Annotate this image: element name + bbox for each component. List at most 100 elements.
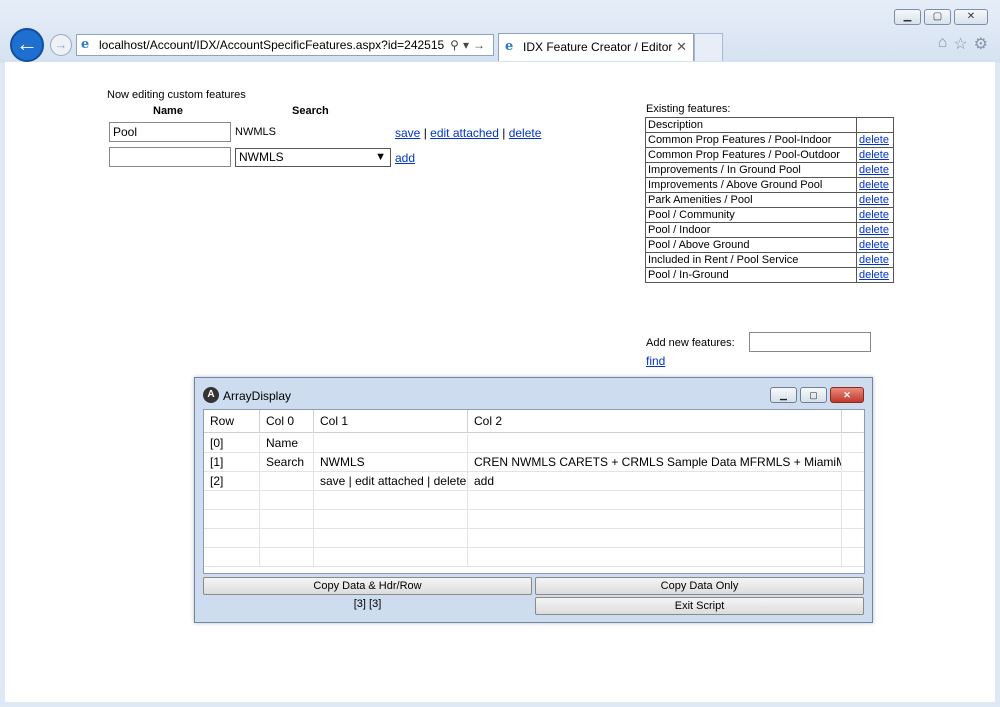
grid-filler-cell — [842, 510, 864, 528]
copy-data-hdr-row-button[interactable]: Copy Data & Hdr/Row — [203, 577, 532, 595]
grid-header-cell[interactable]: Row — [204, 410, 260, 432]
star-icon[interactable]: ☆ — [953, 34, 967, 54]
grid-header-cell[interactable]: Col 0 — [260, 410, 314, 432]
feature-description: Pool / Community — [645, 207, 857, 223]
grid-cell — [468, 529, 842, 547]
delete-feature-link[interactable]: delete — [859, 194, 889, 206]
grid-row[interactable]: [0] Name — [204, 434, 864, 453]
tab-title: IDX Feature Creator / Editor — [523, 40, 673, 54]
delete-feature-link[interactable]: delete — [859, 134, 889, 146]
search-select-value: NWMLS — [239, 150, 284, 164]
grid-row[interactable] — [204, 491, 864, 510]
add-new-features-label: Add new features: — [646, 337, 735, 349]
cell-action: delete — [856, 162, 894, 178]
tab-close-icon[interactable]: ✕ — [676, 34, 687, 60]
table-row: Improvements / In Ground Pool delete — [645, 162, 894, 178]
name-input-row1[interactable] — [109, 122, 231, 142]
delete-link[interactable]: delete — [509, 126, 542, 140]
exit-script-button[interactable]: Exit Script — [535, 597, 864, 615]
row1-actions: save | edit attached | delete — [395, 126, 541, 140]
copy-data-only-button[interactable]: Copy Data Only — [535, 577, 864, 595]
grid-cell — [260, 472, 314, 490]
forward-button[interactable]: → — [50, 34, 72, 56]
delete-feature-link[interactable]: delete — [859, 149, 889, 161]
back-button[interactable]: ← — [10, 28, 44, 62]
search-icon[interactable]: ⚲ — [450, 38, 463, 52]
ie-icon: e — [505, 39, 514, 54]
grid-cell — [314, 491, 468, 509]
close-button[interactable]: ✕ — [954, 9, 988, 25]
table-header-row: Description — [645, 117, 894, 133]
add-new-features-input[interactable] — [749, 332, 871, 352]
feature-description: Pool / Indoor — [645, 222, 857, 238]
edit-attached-link[interactable]: edit attached — [430, 126, 499, 140]
maximize-button[interactable]: ▢ — [924, 9, 951, 25]
grid-row[interactable] — [204, 529, 864, 548]
grid-cell — [260, 491, 314, 509]
array-display-window: A ArrayDisplay ▁ ▢ ✕ Row Col 0 Col 1 Col 2[… — [194, 377, 873, 623]
table-row: Pool / Community delete — [645, 207, 894, 223]
delete-feature-link[interactable]: delete — [859, 269, 889, 281]
tab-active[interactable]: e IDX Feature Creator / Editor ✕ — [498, 33, 694, 61]
grid-cell: [0] — [204, 434, 260, 452]
find-link[interactable]: find — [646, 354, 665, 368]
dropdown-icon[interactable]: ▾ — [463, 38, 473, 52]
array-window-controls: ▁ ▢ ✕ — [770, 387, 864, 403]
grid-row[interactable] — [204, 548, 864, 567]
cell-action: delete — [856, 222, 894, 238]
grid-cell — [468, 510, 842, 528]
grid-filler-cell — [842, 491, 864, 509]
go-icon[interactable]: → — [473, 38, 489, 52]
table-row: Common Prop Features / Pool-Indoor delete — [645, 132, 894, 148]
array-dimensions-status: [3] [3] — [353, 598, 382, 610]
table-row: Park Amenities / Pool delete — [645, 192, 894, 208]
delete-feature-link[interactable]: delete — [859, 164, 889, 176]
grid-header-filler — [842, 410, 864, 432]
grid-header-cell[interactable]: Col 1 — [314, 410, 468, 432]
new-tab-button[interactable] — [694, 33, 723, 61]
existing-features-title: Existing features: — [646, 103, 731, 115]
array-grid[interactable]: Row Col 0 Col 1 Col 2 [0] Name [1] Search NWMLS C… — [203, 409, 865, 574]
grid-cell — [260, 510, 314, 528]
minimize-button[interactable]: ▁ — [770, 387, 797, 403]
grid-header-row: Row Col 0 Col 1 Col 2 — [204, 410, 864, 433]
grid-cell: add — [468, 472, 842, 490]
gear-icon[interactable]: ⚙ — [974, 34, 988, 54]
close-button[interactable]: ✕ — [830, 387, 864, 403]
grid-cell — [314, 434, 468, 452]
separator: | — [423, 126, 427, 140]
delete-feature-link[interactable]: delete — [859, 179, 889, 191]
delete-feature-link[interactable]: delete — [859, 209, 889, 221]
grid-row[interactable]: [1] Search NWMLS CREN NWMLS CARETS + CRMLS … — [204, 453, 864, 472]
grid-cell: Search — [260, 453, 314, 471]
address-bar[interactable]: e localhost/Account/IDX/AccountSpecificF… — [76, 34, 494, 56]
feature-description: Common Prop Features / Pool-Indoor — [645, 132, 857, 148]
table-row: Pool / In-Ground delete — [645, 267, 894, 283]
grid-row[interactable]: [2] save | edit attached | delete add — [204, 472, 864, 491]
grid-header-cell[interactable]: Col 2 — [468, 410, 842, 432]
grid-cell — [468, 491, 842, 509]
ie-icon: e — [81, 37, 90, 52]
delete-feature-link[interactable]: delete — [859, 254, 889, 266]
grid-cell — [314, 529, 468, 547]
search-select[interactable]: NWMLS ▼ — [235, 148, 391, 167]
minimize-button[interactable]: ▁ — [894, 9, 921, 25]
editing-title: Now editing custom features — [107, 89, 246, 101]
save-link[interactable]: save — [395, 126, 420, 140]
browser-chrome: ▁ ▢ ✕ ← → e localhost/Account/IDX/Accoun… — [0, 0, 1000, 63]
address-text: localhost/Account/IDX/AccountSpecificFea… — [99, 38, 445, 52]
home-icon[interactable]: ⌂ — [938, 34, 948, 54]
feature-description: Park Amenities / Pool — [645, 192, 857, 208]
delete-feature-link[interactable]: delete — [859, 224, 889, 236]
window-controls: ▁ ▢ ✕ — [894, 9, 988, 25]
maximize-button[interactable]: ▢ — [800, 387, 827, 403]
grid-cell — [260, 548, 314, 566]
grid-row[interactable] — [204, 510, 864, 529]
table-row: Common Prop Features / Pool-Outdoor delet… — [645, 147, 894, 163]
add-link[interactable]: add — [395, 151, 415, 165]
grid-cell: CREN NWMLS CARETS + CRMLS Sample Data MF… — [468, 453, 842, 471]
cell-action: delete — [856, 252, 894, 268]
delete-feature-link[interactable]: delete — [859, 239, 889, 251]
feature-description: Improvements / In Ground Pool — [645, 162, 857, 178]
name-input-row2[interactable] — [109, 147, 231, 167]
